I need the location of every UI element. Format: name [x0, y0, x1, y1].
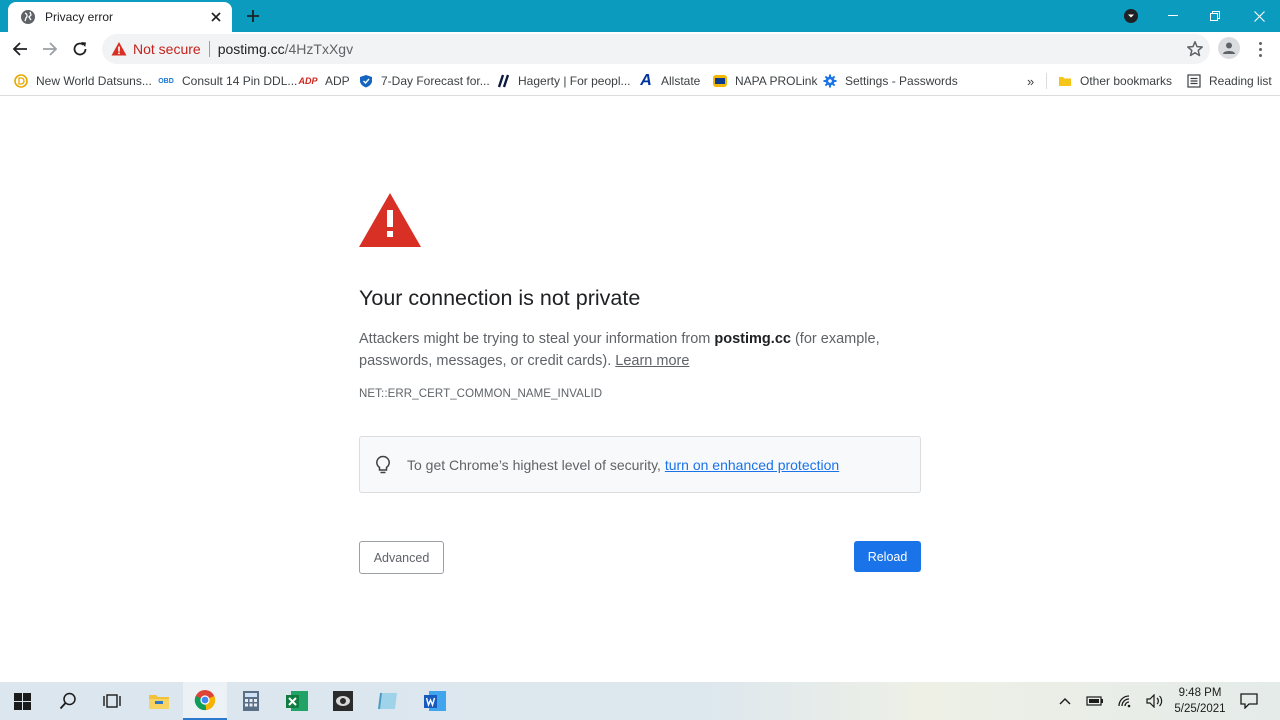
tab-title: Privacy error — [45, 10, 114, 24]
forward-button[interactable] — [36, 35, 64, 63]
task-view-icon[interactable] — [90, 682, 134, 720]
bookmark-label: NAPA PROLink — [735, 74, 818, 88]
other-bookmarks-label: Other bookmarks — [1080, 74, 1173, 88]
clock-date: 5/25/2021 — [1174, 703, 1226, 715]
system-clock[interactable]: 9:48 PM 5/25/2021 — [1170, 685, 1230, 717]
browser-toolbar: Not secure postimg.cc/4HzTxXgv — [0, 32, 1280, 66]
bookmarks-divider — [1046, 73, 1047, 89]
media-app-icon[interactable] — [321, 682, 365, 720]
battery-icon[interactable] — [1085, 691, 1105, 711]
datsun-logo-icon — [13, 73, 29, 89]
new-tab-button[interactable] — [242, 5, 264, 27]
warning-triangle-icon[interactable] — [111, 41, 127, 57]
error-code: NET::ERR_CERT_COMMON_NAME_INVALID — [359, 388, 603, 400]
bookmark-star-icon[interactable] — [1186, 40, 1204, 58]
bookmark-label: ADP — [325, 74, 350, 88]
enhanced-protection-text: To get Chrome’s highest level of securit… — [407, 457, 839, 473]
back-button[interactable] — [6, 35, 34, 63]
windows-taskbar — [0, 682, 1280, 720]
title-bar: Privacy error — [0, 0, 1280, 32]
excel-icon[interactable] — [275, 682, 319, 720]
calculator-icon[interactable] — [229, 682, 273, 720]
error-description: Attackers might be trying to steal your … — [359, 328, 919, 372]
lightbulb-icon — [374, 455, 392, 475]
menu-kebab-icon[interactable] — [1252, 38, 1268, 60]
reading-list-label: Reading list — [1209, 74, 1272, 88]
hagerty-logo-icon — [495, 73, 511, 89]
page-title: Your connection is not private — [359, 286, 641, 310]
enhanced-protection-banner: To get Chrome’s highest level of securit… — [359, 436, 921, 493]
close-tab-icon[interactable] — [206, 7, 226, 27]
wifi-icon[interactable] — [1116, 691, 1136, 711]
minimize-icon[interactable] — [1150, 0, 1196, 32]
restore-icon[interactable] — [1192, 0, 1238, 32]
allstate-logo-icon: A — [640, 72, 652, 89]
app-icon[interactable] — [367, 682, 411, 720]
bookmarks-overflow-button[interactable]: » — [1027, 71, 1034, 91]
gear-icon — [822, 73, 838, 89]
desc-text-1: Attackers might be trying to steal your … — [359, 331, 715, 347]
reading-list-icon — [1186, 73, 1202, 89]
bookmark-napa-prolink[interactable]: NAPA PROLink — [712, 71, 817, 91]
reload-button[interactable]: Reload — [854, 541, 921, 572]
warning-triangle-large-icon — [359, 193, 421, 247]
bookmark-label: Hagerty | For peopl... — [518, 74, 631, 88]
close-window-icon[interactable] — [1236, 0, 1280, 32]
show-hidden-icons-chevron-icon[interactable] — [1055, 691, 1075, 711]
omnibox-divider — [208, 41, 210, 57]
folder-icon — [1057, 73, 1073, 89]
bookmark-label: Allstate — [661, 74, 701, 88]
volume-icon[interactable] — [1145, 691, 1165, 711]
url-text[interactable]: postimg.cc/4HzTxXgv — [218, 41, 353, 57]
bookmark-allstate[interactable]: A Allstate — [638, 71, 700, 91]
reload-icon[interactable] — [66, 35, 94, 63]
adp-logo-icon: ADP — [298, 76, 318, 86]
reading-list-button[interactable]: Reading list — [1186, 71, 1272, 91]
bookmarks-bar: New World Datsuns... OBD Consult 14 Pin … — [0, 66, 1280, 96]
url-path: /4HzTxXgv — [284, 41, 354, 57]
address-bar[interactable]: Not secure postimg.cc/4HzTxXgv — [102, 34, 1210, 64]
bookmark-7-day-forecast[interactable]: 7-Day Forecast for... — [358, 71, 490, 91]
bookmark-settings-passwords[interactable]: Settings - Passwords — [822, 71, 958, 91]
not-secure-label[interactable]: Not secure — [133, 41, 201, 57]
desc-host: postimg.cc — [714, 331, 791, 347]
bookmark-adp[interactable]: ADP ADP — [298, 71, 350, 91]
clock-time: 9:48 PM — [1178, 687, 1222, 699]
bookmark-hagerty[interactable]: Hagerty | For peopl... — [495, 71, 631, 91]
notifications-icon[interactable] — [1239, 691, 1259, 711]
start-windows-icon[interactable] — [0, 682, 44, 720]
url-host: postimg.cc — [217, 41, 285, 57]
napa-logo-icon — [712, 73, 728, 89]
bookmark-consult-14-pin[interactable]: OBD Consult 14 Pin DDL... — [157, 71, 297, 91]
bookmark-label: 7-Day Forecast for... — [381, 74, 490, 88]
weather-shield-icon — [358, 73, 374, 89]
advanced-button[interactable]: Advanced — [359, 541, 444, 574]
chrome-taskbar-icon[interactable] — [183, 682, 227, 720]
learn-more-link[interactable]: Learn more — [615, 353, 689, 369]
enhanced-protection-link[interactable]: turn on enhanced protection — [665, 457, 839, 473]
profile-avatar-icon[interactable] — [1218, 37, 1240, 59]
word-icon[interactable] — [413, 682, 457, 720]
profile-menu-icon[interactable] — [1108, 0, 1154, 32]
obd-logo-icon: OBD — [158, 77, 174, 85]
enhanced-text: To get Chrome’s highest level of securit… — [407, 456, 665, 473]
file-explorer-icon[interactable] — [137, 682, 181, 720]
bookmark-label: New World Datsuns... — [36, 74, 152, 88]
globe-icon — [20, 9, 36, 25]
tab-privacy-error[interactable]: Privacy error — [8, 2, 232, 32]
search-icon[interactable] — [46, 682, 90, 720]
bookmark-label: Consult 14 Pin DDL... — [182, 74, 298, 88]
chevron-double-right-icon: » — [1027, 73, 1035, 89]
bookmark-new-world-datsuns[interactable]: New World Datsuns... — [13, 71, 152, 91]
bookmark-label: Settings - Passwords — [845, 74, 958, 88]
other-bookmarks-folder[interactable]: Other bookmarks — [1057, 71, 1172, 91]
